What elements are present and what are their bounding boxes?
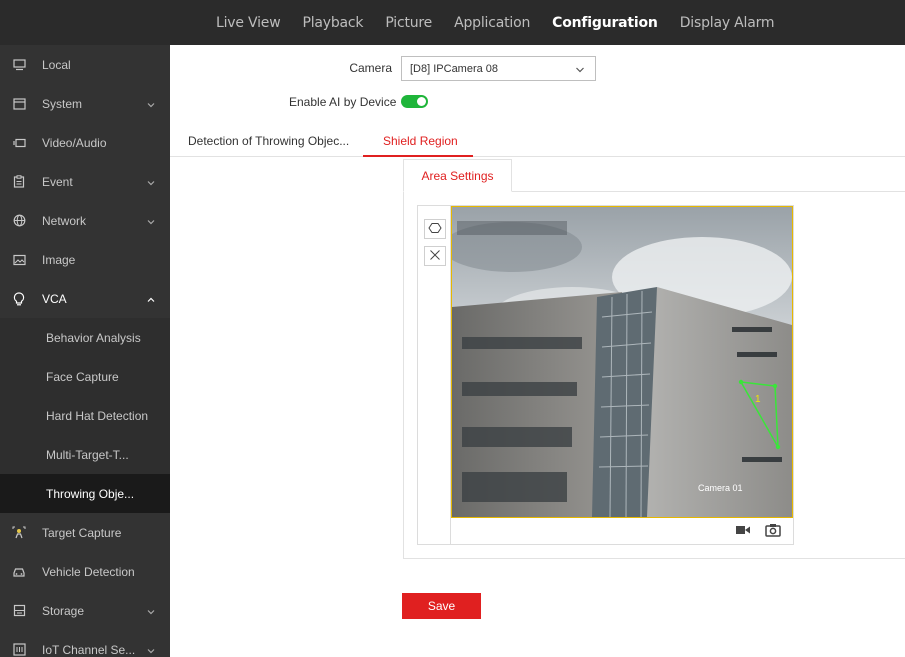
clear-region-button[interactable] (424, 246, 446, 266)
sidebar-subitem-label: Throwing Obje... (46, 486, 135, 501)
target-icon (12, 526, 26, 540)
sidebar-subitem-throwing-objects[interactable]: Throwing Obje... (0, 474, 170, 513)
main-content: Camera [D8] IPCamera 08 Enable AI by Dev… (170, 45, 905, 657)
record-video-icon[interactable] (735, 523, 751, 537)
sidebar-item-vehicle-detection[interactable]: Vehicle Detection (0, 552, 170, 591)
top-navigation: Live View Playback Picture Application C… (0, 0, 905, 45)
globe-icon (12, 214, 26, 228)
sidebar-item-storage[interactable]: Storage (0, 591, 170, 630)
video-control-bar (451, 518, 793, 544)
chevron-down-icon (146, 99, 156, 109)
sidebar-subitem-face-capture[interactable]: Face Capture (0, 357, 170, 396)
sidebar-item-video-audio[interactable]: Video/Audio (0, 123, 170, 162)
chevron-up-icon (146, 294, 156, 304)
sidebar-item-label: VCA (42, 291, 67, 306)
event-icon (12, 175, 26, 189)
region-vertex[interactable] (772, 383, 778, 389)
chevron-down-icon (146, 606, 156, 616)
chevron-down-icon (146, 645, 156, 655)
sidebar-item-event[interactable]: Event (0, 162, 170, 201)
tab-detection-of-throwing-objects[interactable]: Detection of Throwing Objec... (188, 134, 349, 148)
sidebar-item-label: System (42, 96, 83, 111)
sidebar-subitem-label: Hard Hat Detection (46, 408, 149, 423)
sidebar-item-label: Network (42, 213, 87, 228)
tab-live-view[interactable]: Live View (216, 15, 281, 31)
sidebar-subitem-label: Behavior Analysis (46, 330, 141, 345)
tab-configuration[interactable]: Configuration (552, 15, 658, 31)
storage-icon (12, 604, 26, 618)
osd-camera-text: Camera 01 (698, 483, 743, 493)
tab-display-alarm[interactable]: Display Alarm (680, 15, 775, 31)
iot-icon (12, 643, 26, 657)
sidebar-subitem-hard-hat-detection[interactable]: Hard Hat Detection (0, 396, 170, 435)
sidebar-subitem-multi-target[interactable]: Multi-Target-T... (0, 435, 170, 474)
sidebar-subitem-behavior-analysis[interactable]: Behavior Analysis (0, 318, 170, 357)
sidebar-item-network[interactable]: Network (0, 201, 170, 240)
region-vertex[interactable] (738, 379, 744, 385)
sub-tabs: Detection of Throwing Objec... Shield Re… (170, 129, 905, 157)
tab-playback[interactable]: Playback (302, 15, 363, 31)
tab-shield-region[interactable]: Shield Region (383, 134, 458, 148)
draw-polygon-button[interactable] (424, 219, 446, 239)
camera-row: Camera [D8] IPCamera 08 (170, 55, 905, 81)
camera-label: Camera (349, 61, 392, 75)
monitor-icon (12, 58, 26, 72)
image-icon (12, 253, 26, 267)
tab-area-settings[interactable]: Area Settings (403, 159, 512, 192)
region-vertex[interactable] (775, 444, 781, 450)
chevron-down-icon (146, 177, 156, 187)
chevron-down-icon (575, 65, 585, 73)
system-icon (12, 97, 26, 111)
active-tab-underline (363, 155, 473, 157)
lightbulb-icon (12, 291, 26, 306)
tab-picture[interactable]: Picture (385, 15, 432, 31)
close-icon (429, 249, 441, 264)
enable-ai-label: Enable AI by Device (289, 95, 397, 109)
sidebar-item-label: Local (42, 57, 71, 72)
top-nav-tabs: Live View Playback Picture Application C… (216, 0, 796, 45)
toggle-knob (417, 97, 426, 106)
save-button[interactable]: Save (402, 593, 481, 619)
camera-select-value: [D8] IPCamera 08 (410, 62, 499, 75)
sidebar-item-label: Event (42, 174, 73, 189)
drawing-toolbar (418, 206, 451, 544)
sidebar-item-iot-channel[interactable]: IoT Channel Se... (0, 630, 170, 657)
sidebar-item-label: Image (42, 252, 76, 267)
camera-select[interactable]: [D8] IPCamera 08 (401, 56, 596, 81)
polygon-icon (428, 222, 442, 237)
chevron-down-icon (146, 216, 156, 226)
sidebar-item-system[interactable]: System (0, 84, 170, 123)
tab-application[interactable]: Application (454, 15, 530, 31)
sidebar-item-vca[interactable]: VCA (0, 279, 170, 318)
sidebar-item-label: Vehicle Detection (42, 564, 135, 579)
capture-snapshot-icon[interactable] (765, 523, 781, 537)
enable-ai-row: Enable AI by Device (170, 91, 905, 113)
video-viewer: Camera 01 1 (417, 205, 794, 545)
video-icon (12, 136, 26, 150)
sidebar-item-label: Target Capture (42, 525, 122, 540)
sidebar: Local System Video/Audio Event Network I… (0, 45, 170, 657)
sidebar-subitem-label: Multi-Target-T... (46, 447, 129, 462)
sidebar-subitem-label: Face Capture (46, 369, 119, 384)
enable-ai-toggle[interactable] (401, 95, 428, 108)
region-number: 1 (755, 394, 761, 405)
sidebar-item-local[interactable]: Local (0, 45, 170, 84)
sidebar-item-target-capture[interactable]: Target Capture (0, 513, 170, 552)
sidebar-item-label: Storage (42, 603, 85, 618)
sidebar-item-image[interactable]: Image (0, 240, 170, 279)
sidebar-item-label: Video/Audio (42, 135, 107, 150)
sidebar-item-label: IoT Channel Se... (42, 642, 136, 657)
car-icon (12, 565, 26, 579)
camera-frame-image: Camera 01 1 (452, 207, 792, 517)
video-preview[interactable]: Camera 01 1 (451, 206, 793, 518)
